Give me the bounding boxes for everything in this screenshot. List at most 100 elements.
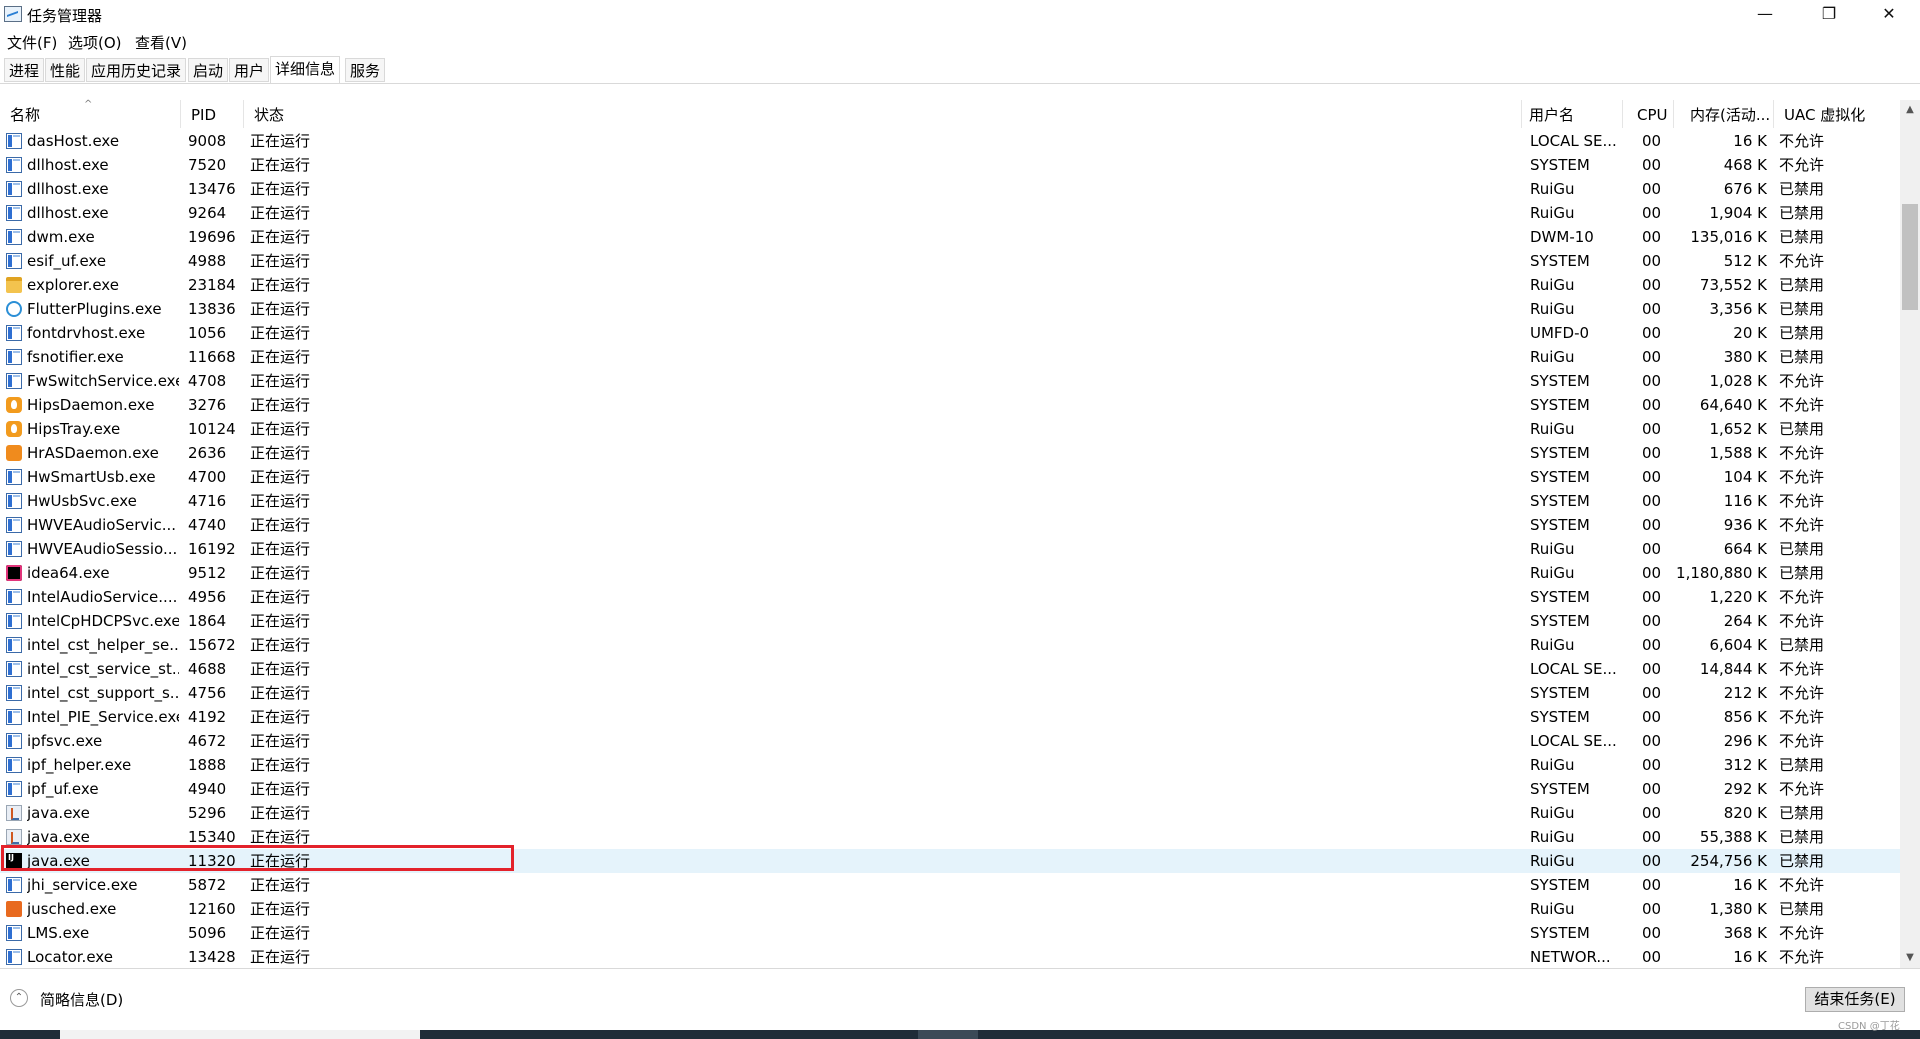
table-row[interactable]: HwUsbSvc.exe 4716 正在运行 SYSTEM 00 116 K 不允许 bbox=[0, 489, 1900, 513]
process-name: jhi_service.exe bbox=[27, 876, 138, 894]
table-row[interactable]: HWVEAudioSessio... 16192 正在运行 RuiGu 00 664 K 已… bbox=[0, 537, 1900, 561]
column-header-status[interactable]: 状态 bbox=[244, 100, 1522, 128]
table-row[interactable]: HrASDaemon.exe 2636 正在运行 SYSTEM 00 1,588 K 不允许 bbox=[0, 441, 1900, 465]
process-memory: 676 K bbox=[1723, 180, 1767, 198]
process-uac: 不允许 bbox=[1779, 780, 1825, 798]
process-pid: 13428 bbox=[188, 948, 236, 966]
process-name: jusched.exe bbox=[27, 900, 117, 918]
table-row[interactable]: intel_cst_helper_se... 15672 正在运行 RuiGu 00 6,… bbox=[0, 633, 1900, 657]
table-row[interactable]: IntelCpHDCPSvc.exe 1864 正在运行 SYSTEM 00 264 K 不… bbox=[0, 609, 1900, 633]
table-row[interactable]: fontdrvhost.exe 1056 正在运行 UMFD-0 00 20 K 已禁用 bbox=[0, 321, 1900, 345]
table-row[interactable]: jhi_service.exe 5872 正在运行 SYSTEM 00 16 K 不允许 bbox=[0, 873, 1900, 897]
process-user: SYSTEM bbox=[1530, 156, 1590, 174]
menu-file[interactable]: 文件(F) bbox=[7, 32, 57, 53]
table-row[interactable]: Intel_PIE_Service.exe 4192 正在运行 SYSTEM 00 856… bbox=[0, 705, 1900, 729]
process-default-icon bbox=[6, 349, 22, 365]
process-user: SYSTEM bbox=[1530, 396, 1590, 414]
process-user: SYSTEM bbox=[1530, 708, 1590, 726]
process-uac: 已禁用 bbox=[1779, 852, 1825, 870]
process-pid: 3276 bbox=[188, 396, 227, 414]
process-name: HwSmartUsb.exe bbox=[27, 468, 156, 486]
table-row[interactable]: ipf_uf.exe 4940 正在运行 SYSTEM 00 292 K 不允许 bbox=[0, 777, 1900, 801]
process-name: dllhost.exe bbox=[27, 156, 109, 174]
column-header-name[interactable]: 名称 bbox=[0, 100, 181, 128]
minimize-button[interactable]: — bbox=[1742, 0, 1788, 30]
process-uac: 已禁用 bbox=[1779, 348, 1825, 366]
table-row[interactable]: FwSwitchService.exe 4708 正在运行 SYSTEM 00 1,028… bbox=[0, 369, 1900, 393]
tab-performance[interactable]: 性能 bbox=[45, 58, 86, 82]
watermark: CSDN @丁花 bbox=[1838, 1021, 1900, 1032]
table-row[interactable]: intel_cst_service_st... 4688 正在运行 LOCAL SE.… bbox=[0, 657, 1900, 681]
table-row[interactable]: jusched.exe 12160 正在运行 RuiGu 00 1,380 K 已禁用 bbox=[0, 897, 1900, 921]
table-row[interactable]: explorer.exe 23184 正在运行 RuiGu 00 73,552 K 已禁用 bbox=[0, 273, 1900, 297]
table-row[interactable]: LMS.exe 5096 正在运行 SYSTEM 00 368 K 不允许 bbox=[0, 921, 1900, 945]
column-header-cpu[interactable]: CPU bbox=[1623, 100, 1674, 128]
table-row[interactable]: HipsTray.exe 10124 正在运行 RuiGu 00 1,652 K 已禁用 bbox=[0, 417, 1900, 441]
menu-view[interactable]: 查看(V) bbox=[135, 32, 187, 53]
table-row[interactable]: dllhost.exe 7520 正在运行 SYSTEM 00 468 K 不允许 bbox=[0, 153, 1900, 177]
table-row[interactable]: ipfsvc.exe 4672 正在运行 LOCAL SE... 00 296 K 不允许 bbox=[0, 729, 1900, 753]
scroll-up-arrow-icon[interactable]: ▲ bbox=[1900, 100, 1920, 120]
menu-options[interactable]: 选项(O) bbox=[68, 32, 122, 53]
tab-services[interactable]: 服务 bbox=[345, 58, 386, 82]
table-row[interactable]: idea64.exe 9512 正在运行 RuiGu 00 1,180,880 K 已禁用 bbox=[0, 561, 1900, 585]
column-header-uac[interactable]: UAC 虚拟化 bbox=[1774, 100, 1900, 128]
process-memory: 820 K bbox=[1723, 804, 1767, 822]
tab-processes[interactable]: 进程 bbox=[4, 58, 45, 82]
process-name: fontdrvhost.exe bbox=[27, 324, 146, 342]
tab-users[interactable]: 用户 bbox=[229, 58, 270, 82]
table-row[interactable]: fsnotifier.exe 11668 正在运行 RuiGu 00 380 K 已禁用 bbox=[0, 345, 1900, 369]
process-uac: 不允许 bbox=[1779, 612, 1825, 630]
taskbar-item[interactable] bbox=[918, 1030, 978, 1039]
table-row[interactable]: ipf_helper.exe 1888 正在运行 RuiGu 00 312 K 已禁用 bbox=[0, 753, 1900, 777]
process-pid: 2636 bbox=[188, 444, 227, 462]
table-row[interactable]: dwm.exe 19696 正在运行 DWM-10 00 135,016 K 已禁用 bbox=[0, 225, 1900, 249]
process-status: 正在运行 bbox=[250, 276, 311, 294]
close-button[interactable]: ✕ bbox=[1866, 0, 1912, 30]
table-row[interactable]: dasHost.exe 9008 正在运行 LOCAL SE... 00 16 K 不允许 bbox=[0, 129, 1900, 153]
table-row[interactable]: HWVEAudioServic... 4740 正在运行 SYSTEM 00 936 K 不… bbox=[0, 513, 1900, 537]
table-row[interactable]: java.exe 5296 正在运行 RuiGu 00 820 K 已禁用 bbox=[0, 801, 1900, 825]
process-status: 正在运行 bbox=[250, 684, 311, 702]
process-uac: 不允许 bbox=[1779, 876, 1825, 894]
column-header-user[interactable]: 用户名 bbox=[1519, 100, 1623, 128]
process-uac: 已禁用 bbox=[1779, 228, 1825, 246]
end-task-button[interactable]: 结束任务(E) bbox=[1805, 987, 1905, 1012]
table-row[interactable]: IntelAudioService.... 4956 正在运行 SYSTEM 00 1,2… bbox=[0, 585, 1900, 609]
table-row[interactable]: Locator.exe 13428 正在运行 NETWOR... 00 16 K 不允许 bbox=[0, 945, 1900, 968]
process-memory: 135,016 K bbox=[1690, 228, 1767, 246]
table-row[interactable]: FlutterPlugins.exe 13836 正在运行 RuiGu 00 3,356 … bbox=[0, 297, 1900, 321]
process-flame-icon bbox=[6, 397, 22, 413]
table-row[interactable]: dllhost.exe 9264 正在运行 RuiGu 00 1,904 K 已禁用 bbox=[0, 201, 1900, 225]
table-row[interactable]: HipsDaemon.exe 3276 正在运行 SYSTEM 00 64,640 K 不允… bbox=[0, 393, 1900, 417]
table-row[interactable]: intel_cst_support_s... 4756 正在运行 SYSTEM 00 21… bbox=[0, 681, 1900, 705]
column-header-memory[interactable]: 内存(活动... bbox=[1674, 100, 1774, 128]
table-row[interactable]: HwSmartUsb.exe 4700 正在运行 SYSTEM 00 104 K 不允许 bbox=[0, 465, 1900, 489]
tab-divider bbox=[0, 83, 1920, 84]
process-memory: 6,604 K bbox=[1709, 636, 1767, 654]
table-row[interactable]: esif_uf.exe 4988 正在运行 SYSTEM 00 512 K 不允许 bbox=[0, 249, 1900, 273]
process-cpu: 00 bbox=[1642, 636, 1662, 654]
process-uac: 已禁用 bbox=[1779, 420, 1825, 438]
process-status: 正在运行 bbox=[250, 876, 311, 894]
process-pid: 15672 bbox=[188, 636, 236, 654]
process-default-icon bbox=[6, 637, 22, 653]
vertical-scrollbar[interactable]: ▲ ▼ bbox=[1900, 100, 1920, 968]
maximize-button[interactable]: ❐ bbox=[1806, 0, 1852, 30]
scrollbar-thumb[interactable] bbox=[1902, 204, 1918, 310]
tab-startup[interactable]: 启动 bbox=[188, 58, 229, 82]
process-idea-icon bbox=[6, 565, 22, 581]
process-status: 正在运行 bbox=[250, 348, 311, 366]
taskbar-search-box[interactable] bbox=[60, 1030, 420, 1039]
process-status: 正在运行 bbox=[250, 132, 311, 150]
tab-app-history[interactable]: 应用历史记录 bbox=[86, 58, 187, 82]
process-uac: 已禁用 bbox=[1779, 900, 1825, 918]
scroll-down-arrow-icon[interactable]: ▼ bbox=[1900, 948, 1920, 968]
process-default-icon bbox=[6, 325, 22, 341]
process-name: intel_cst_support_s... bbox=[27, 684, 179, 702]
process-name: HWVEAudioSessio... bbox=[27, 540, 178, 558]
table-row[interactable]: dllhost.exe 13476 正在运行 RuiGu 00 676 K 已禁用 bbox=[0, 177, 1900, 201]
tab-details[interactable]: 详细信息 bbox=[270, 56, 341, 84]
process-user: SYSTEM bbox=[1530, 372, 1590, 390]
column-header-pid[interactable]: PID bbox=[181, 100, 244, 128]
